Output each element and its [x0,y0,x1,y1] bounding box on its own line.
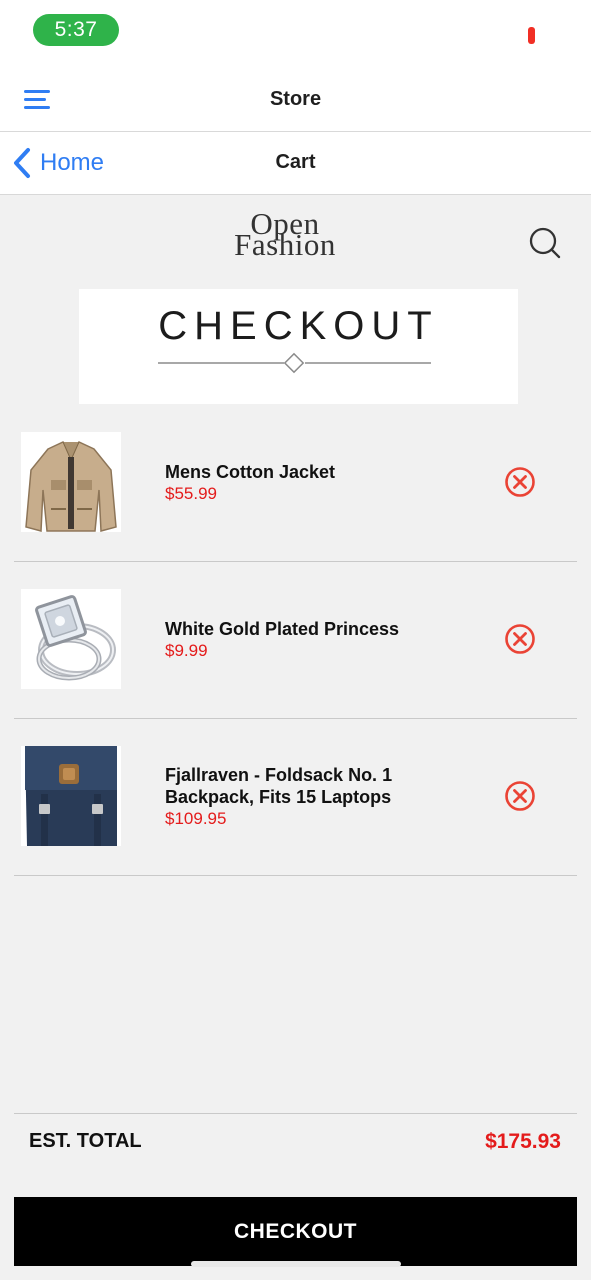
checkout-banner: CHECKOUT [79,289,518,404]
remove-item-icon[interactable] [504,466,536,498]
checkout-banner-title: CHECKOUT [158,304,439,348]
remove-item-icon[interactable] [504,623,536,655]
cart-item-name: Mens Cotton Jacket [165,462,336,482]
cart-item-name: White Gold Plated Princess [165,619,400,639]
checkout-button[interactable]: CHECKOUT [14,1197,577,1266]
cart-item-price: $109.95 [165,809,227,828]
jacket-thumbnail-icon [21,432,121,532]
store-title: Store [269,88,322,110]
total-divider [14,1113,577,1114]
open-fashion-logo: Open Fashion [215,205,355,265]
search-icon[interactable] [528,226,562,260]
home-indicator [191,1261,401,1267]
battery-icon [528,27,535,44]
status-bar: 5:37 [0,0,591,66]
product-thumbnail-ring [21,589,121,689]
cart-item-name: Fjallraven - Foldsack No. 1 Backpack, Fi… [165,765,393,807]
backpack-thumbnail-icon [21,746,121,846]
cart-item-details: Fjallraven - Foldsack No. 1 Backpack, Fi… [165,719,465,875]
store-header: Store [0,66,591,132]
banner-divider [158,352,431,374]
product-thumbnail-jacket [21,432,121,532]
remove-item-icon[interactable] [504,780,536,812]
ring-thumbnail-icon [21,589,121,689]
cart-item-price: $55.99 [165,484,217,503]
cart-item-details: Mens Cotton Jacket $55.99 [165,405,465,561]
cart-item-mens-cotton-jacket: Mens Cotton Jacket $55.99 [14,405,577,562]
logo-line-2: Fashion [234,227,336,262]
estimated-total-label: EST. TOTAL [29,1130,142,1152]
cart-navigation-bar: Home Cart [0,132,591,195]
cart-item-details: White Gold Plated Princess $9.99 [165,562,465,718]
product-thumbnail-backpack [21,746,121,846]
estimated-total-value: $175.93 [485,1130,561,1153]
cart-item-fjallraven-backpack: Fjallraven - Foldsack No. 1 Backpack, Fi… [14,719,577,876]
cart-list: Mens Cotton Jacket $55.99 White Gold Pla… [14,405,577,876]
status-time: 5:37 [33,14,119,46]
cart-item-white-gold-plated-princess: White Gold Plated Princess $9.99 [14,562,577,719]
cart-title: Cart [275,151,316,173]
cart-item-price: $9.99 [165,641,208,660]
